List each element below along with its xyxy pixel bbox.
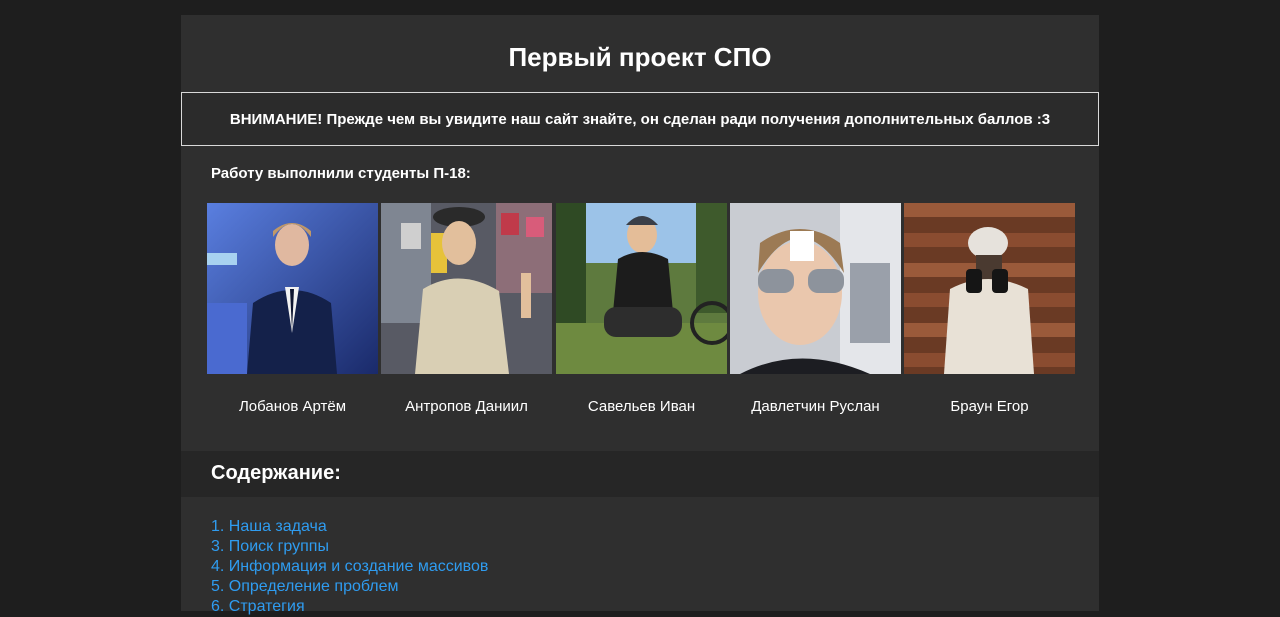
student-card: Савельев Иван — [556, 203, 727, 415]
student-card: Браун Егор — [904, 203, 1075, 415]
student-name: Антропов Даниил — [405, 398, 528, 415]
student-card: Давлетчин Руслан — [730, 203, 901, 415]
student-photo — [207, 203, 378, 374]
contents-header: Содержание: — [181, 451, 1099, 497]
student-photo — [556, 203, 727, 374]
toc-item: 3. Поиск группы — [211, 537, 488, 557]
notice-text: ВНИМАНИЕ! Прежде чем вы увидите наш сайт… — [229, 110, 1051, 128]
toc-item: 6. Стратегия — [211, 597, 488, 617]
page-title: Первый проект СПО — [508, 42, 772, 72]
student-photo — [904, 203, 1075, 374]
students-heading: Работу выполнили студенты П-18: — [211, 165, 471, 182]
students-gallery: Лобанов Артём Антропов Даниил Савельев И… — [207, 203, 1075, 429]
page-container: Первый проект СПО ВНИМАНИЕ! Прежде чем в… — [181, 15, 1099, 615]
toc-link-task[interactable]: 1. Наша задача — [211, 518, 327, 535]
student-photo — [730, 203, 901, 374]
student-card: Лобанов Артём — [207, 203, 378, 415]
student-name: Давлетчин Руслан — [751, 398, 880, 415]
student-name: Савельев Иван — [587, 398, 696, 415]
toc-link-strategy[interactable]: 6. Стратегия — [211, 598, 305, 615]
student-name: Лобанов Артём — [238, 398, 347, 415]
toc-item: 1. Наша задача — [211, 517, 488, 537]
table-of-contents: 1. Наша задача 3. Поиск группы 4. Информ… — [211, 517, 488, 617]
contents-title: Содержание: — [211, 462, 341, 484]
student-card: Антропов Даниил — [381, 203, 552, 415]
student-photo — [381, 203, 552, 374]
notice-banner: ВНИМАНИЕ! Прежде чем вы увидите наш сайт… — [181, 92, 1099, 146]
toc-link-arrays[interactable]: 4. Информация и создание массивов — [211, 558, 488, 575]
toc-link-group-search[interactable]: 3. Поиск группы — [211, 538, 329, 555]
toc-link-problems[interactable]: 5. Определение проблем — [211, 578, 399, 595]
toc-item: 4. Информация и создание массивов — [211, 557, 488, 577]
toc-item: 5. Определение проблем — [211, 577, 488, 597]
student-name: Браун Егор — [950, 398, 1029, 415]
